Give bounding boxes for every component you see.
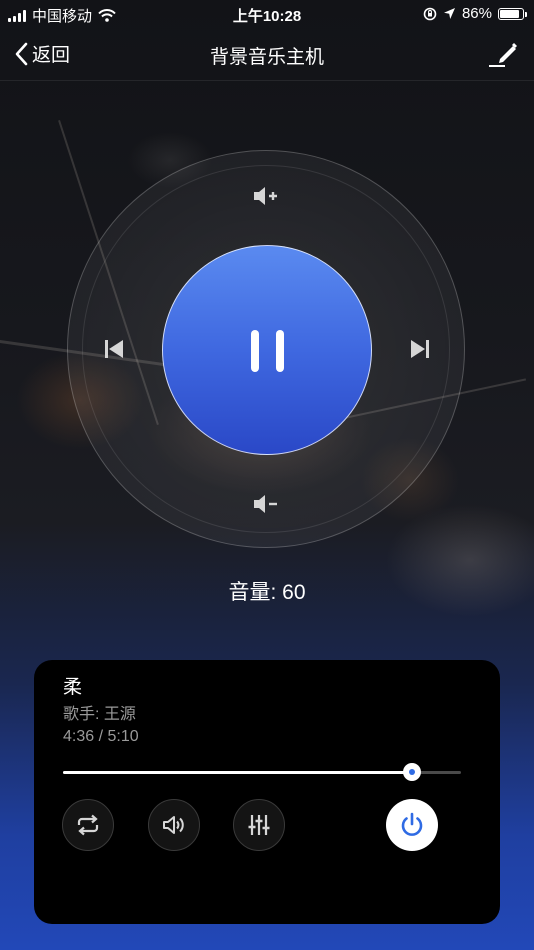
sound-icon [163, 816, 184, 834]
battery-icon [498, 7, 527, 20]
battery-percent: 86% [461, 5, 492, 22]
page-title: 背景音乐主机 [209, 47, 324, 68]
volume-label: 音量: 60 [228, 581, 306, 604]
nav-bar: 返回 背景音乐主机 [0, 28, 534, 81]
player-card: 柔 歌手: 王源 4:36 / 5:10 [34, 660, 500, 924]
repeat-icon [77, 814, 99, 836]
song-title: 柔 [63, 677, 83, 698]
progress-knob[interactable] [402, 763, 421, 781]
status-bar: 中国移动 上午10:28 86% [0, 0, 534, 28]
playback-time: 4:36 / 5:10 [63, 728, 139, 745]
skip-next-icon[interactable] [408, 337, 432, 361]
sound-button[interactable] [148, 799, 200, 851]
location-icon [443, 8, 455, 19]
play-pause-button[interactable] [162, 245, 372, 455]
singer-label: 歌手: 王源 [63, 706, 136, 723]
edit-pencil-icon[interactable] [488, 40, 518, 68]
status-right: 86% [423, 5, 527, 22]
progress-slider[interactable] [63, 763, 461, 781]
equalizer-icon [248, 815, 270, 835]
volume-down-icon[interactable] [252, 492, 282, 516]
repeat-button[interactable] [62, 799, 114, 851]
progress-fill [63, 771, 412, 774]
power-icon [401, 812, 423, 836]
equalizer-button[interactable] [233, 799, 285, 851]
orientation-lock-icon [423, 7, 437, 20]
skip-previous-icon[interactable] [102, 337, 126, 361]
volume-up-icon[interactable] [252, 184, 282, 208]
power-button[interactable] [386, 799, 438, 851]
